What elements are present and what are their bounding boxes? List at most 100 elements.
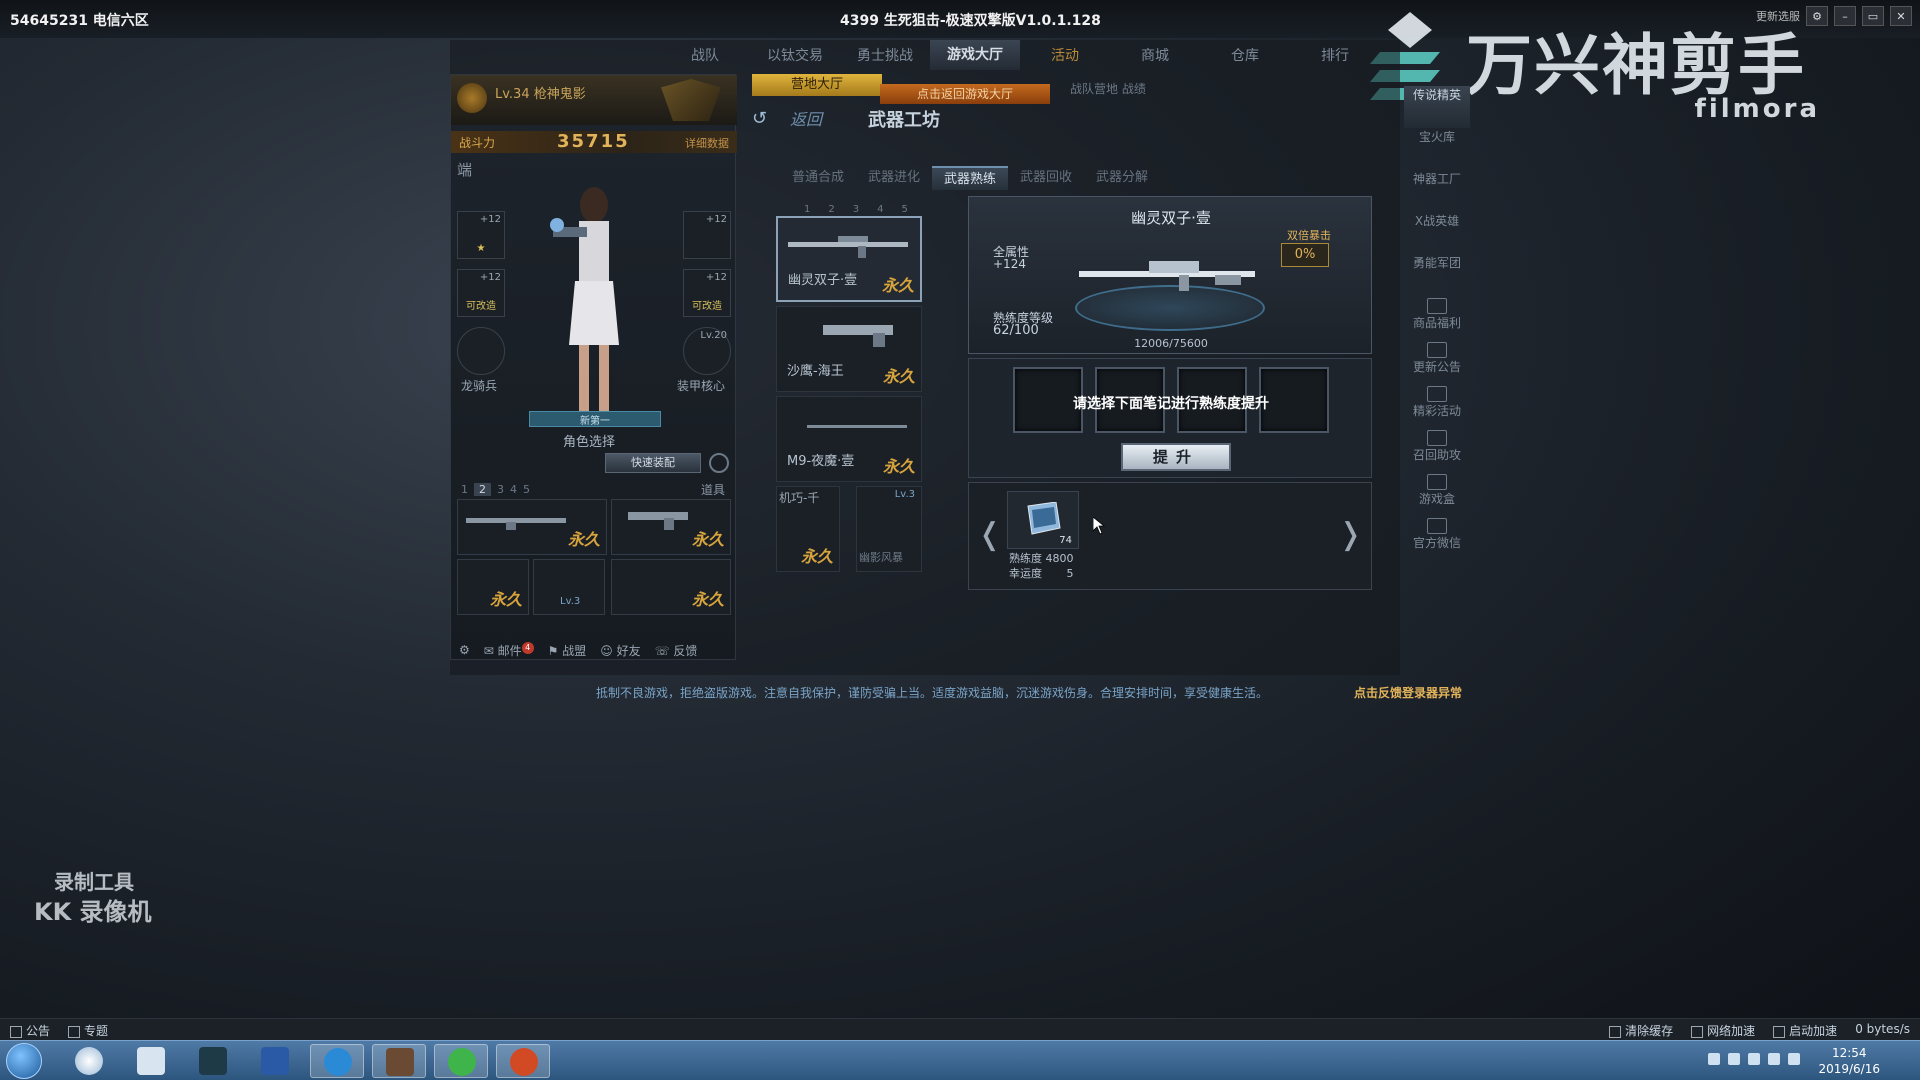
rifle-icon: [466, 518, 566, 530]
note-count: 74: [1059, 535, 1072, 546]
help-icon[interactable]: [1728, 1053, 1740, 1065]
friends-button[interactable]: ☺ 好友: [600, 642, 640, 659]
weapon-slot-item[interactable]: Lv.3: [533, 559, 605, 615]
topics-link[interactable]: 专题: [68, 1022, 108, 1039]
props-tab[interactable]: 道具: [701, 481, 725, 498]
maximize-icon[interactable]: ▭: [1862, 6, 1884, 26]
nav-ranking[interactable]: 排行: [1290, 45, 1380, 65]
guild-button[interactable]: ⚑ 战盟: [548, 642, 587, 659]
menu-x-heroes[interactable]: X战英雄: [1404, 212, 1470, 254]
mail-badge: 4: [521, 641, 534, 654]
chat-bubble-icon: [75, 1047, 103, 1075]
nav-events[interactable]: 活动: [1020, 45, 1110, 65]
proficiency-note-item[interactable]: 74: [1007, 491, 1079, 549]
network-boost-button[interactable]: 网络加速: [1691, 1022, 1755, 1039]
tab-weapon-recycle[interactable]: 武器回收: [1008, 166, 1084, 190]
taskbar-app-game[interactable]: [372, 1044, 426, 1078]
weapon-slot-throw[interactable]: 永久: [611, 559, 731, 615]
back-button[interactable]: ↺ 返回: [752, 104, 822, 129]
proficiency-exp: 12006/75600: [1134, 337, 1208, 350]
taskbar: 12:54 2019/6/16: [0, 1040, 1920, 1080]
combat-power-label: 战斗力: [459, 136, 496, 150]
taskbar-app-browser[interactable]: [434, 1044, 488, 1078]
equip-slot-2[interactable]: +12: [683, 211, 731, 259]
nav-warehouse[interactable]: 仓库: [1200, 45, 1290, 65]
upgrade-button[interactable]: 提升: [1121, 443, 1231, 471]
monitor-icon[interactable]: [1788, 1053, 1800, 1065]
menu-artifact-factory[interactable]: 神器工厂: [1404, 170, 1470, 212]
menu-legend-elite[interactable]: 传说精英: [1404, 86, 1470, 128]
menu-announcement[interactable]: 更新公告: [1404, 342, 1470, 384]
launch-boost-button[interactable]: 启动加速: [1773, 1022, 1837, 1039]
taskbar-app-messenger[interactable]: [62, 1044, 116, 1078]
announcement-link[interactable]: 公告: [10, 1022, 50, 1039]
star-icon: ★: [476, 243, 486, 254]
weapon-slot-primary[interactable]: 永久: [457, 499, 607, 555]
weapon-card[interactable]: 幽灵双子·壹 永久: [776, 216, 922, 302]
pistol-icon: [823, 325, 893, 347]
menu-legion[interactable]: 勇能军团: [1404, 254, 1470, 296]
nav-challenge[interactable]: 勇士挑战: [840, 45, 930, 65]
menu-game-box[interactable]: 游戏盒: [1404, 474, 1470, 516]
keyboard-icon[interactable]: [1708, 1053, 1720, 1065]
menu-recall[interactable]: 召回助攻: [1404, 430, 1470, 472]
equip-slot-1[interactable]: +12 ★: [457, 211, 505, 259]
equip-slot-3[interactable]: +12 可改造: [457, 269, 505, 317]
camp-hall-tab[interactable]: 营地大厅: [752, 74, 882, 96]
window-title: 4399 生死狙击-极速双擎版V1.0.1.128: [840, 13, 1101, 29]
return-hall-hint[interactable]: 点击返回游戏大厅: [880, 84, 1050, 104]
clear-cache-button[interactable]: 清除缓存: [1609, 1022, 1673, 1039]
volume-icon[interactable]: [1768, 1053, 1780, 1065]
quick-equip-button[interactable]: 快速装配: [605, 453, 701, 473]
nav-game-hall[interactable]: 游戏大厅: [930, 40, 1020, 70]
network-icon[interactable]: [1748, 1053, 1760, 1065]
role-select-bar[interactable]: 新第一: [529, 411, 661, 427]
menu-treasure[interactable]: 宝火库: [1404, 128, 1470, 170]
settings-gear-icon[interactable]: ⚙: [459, 643, 470, 657]
menu-wechat[interactable]: 官方微信: [1404, 518, 1470, 560]
tab-weapon-evolve[interactable]: 武器进化: [856, 166, 932, 190]
filmora-icon: [199, 1047, 227, 1075]
next-arrow-icon[interactable]: ❭: [1338, 517, 1363, 552]
equip-slot-4[interactable]: +12 可改造: [683, 269, 731, 317]
weapon-card[interactable]: M9-夜魔·壹 永久: [776, 396, 922, 482]
weapon-card[interactable]: 机巧-千 永久: [776, 486, 840, 572]
gear-icon[interactable]: [709, 453, 729, 473]
login-feedback-link[interactable]: 点击反馈登录器异常: [1354, 684, 1462, 701]
clock[interactable]: 12:54 2019/6/16: [1818, 1045, 1880, 1077]
taskbar-app-launcher[interactable]: [496, 1044, 550, 1078]
equip-slot-5[interactable]: [457, 327, 505, 375]
prev-arrow-icon[interactable]: ❬: [977, 517, 1002, 552]
megaphone-icon: [1427, 342, 1447, 358]
tab-weapon-proficiency[interactable]: 武器熟练: [932, 166, 1008, 190]
role-select-label[interactable]: 角色选择: [563, 431, 615, 450]
menu-events[interactable]: 精彩活动: [1404, 386, 1470, 428]
weapon-slot-melee[interactable]: 永久: [457, 559, 529, 615]
nav-trade[interactable]: 以钛交易: [750, 45, 840, 65]
menu-welfare[interactable]: 商品福利: [1404, 298, 1470, 340]
mail-button[interactable]: ✉ 邮件 4: [484, 641, 534, 659]
taskbar-app-filmora[interactable]: [186, 1044, 240, 1078]
system-tray: [1708, 1053, 1800, 1065]
word-icon: [261, 1047, 289, 1075]
character-bottom-bar: ⚙ ✉ 邮件 4 ⚑ 战盟 ☺ 好友 ☏ 反馈: [451, 639, 737, 661]
taskbar-app-word[interactable]: [248, 1044, 302, 1078]
feedback-button[interactable]: ☏ 反馈: [655, 642, 698, 659]
select-note-hint: 请选择下面笔记进行熟练度提升: [1073, 396, 1269, 412]
power-detail-link[interactable]: 详细数据: [685, 135, 729, 151]
nav-shop[interactable]: 商城: [1110, 45, 1200, 65]
weapon-slot-secondary[interactable]: 永久: [611, 499, 731, 555]
tab-weapon-decompose[interactable]: 武器分解: [1084, 166, 1160, 190]
weapon-card[interactable]: Lv.3 幽影风暴: [856, 486, 922, 572]
all-attr-value: +124: [993, 257, 1026, 271]
taskbar-app-kk-recorder[interactable]: [310, 1044, 364, 1078]
tab-normal-synthesis[interactable]: 普通合成: [780, 166, 856, 190]
start-button[interactable]: [6, 1043, 42, 1079]
close-icon[interactable]: ✕: [1890, 6, 1912, 26]
minimize-icon[interactable]: –: [1834, 6, 1856, 26]
nav-team[interactable]: 战队: [660, 45, 750, 65]
weapon-card[interactable]: 沙鹰-海王 永久: [776, 306, 922, 392]
launcher-status-bar: 公告 专题 清除缓存 网络加速 启动加速 0 bytes/s: [0, 1018, 1920, 1040]
equip-slot-6[interactable]: Lv.20: [683, 327, 731, 375]
taskbar-app-paint[interactable]: [124, 1044, 178, 1078]
